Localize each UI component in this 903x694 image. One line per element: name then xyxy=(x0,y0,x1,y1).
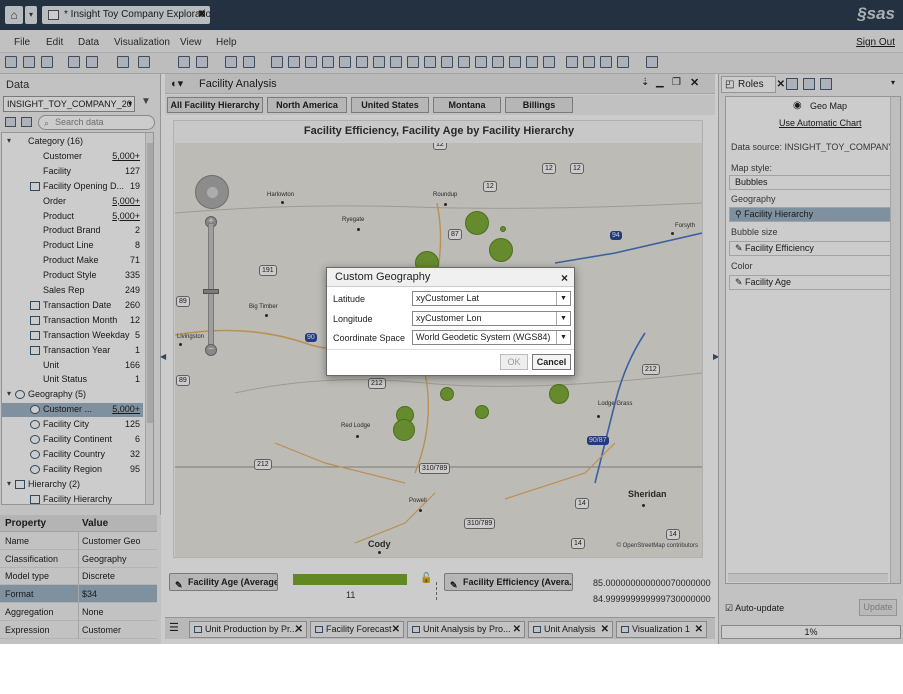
coordinate-space-select[interactable]: World Geodetic System (WGS84) ▼ xyxy=(412,330,571,345)
close-icon[interactable]: × xyxy=(561,269,568,288)
longitude-label: Longitude xyxy=(333,314,373,324)
longitude-select[interactable]: xyCustomer Lon ▼ xyxy=(412,311,571,326)
coordinate-space-label: Coordinate Space xyxy=(333,333,406,343)
chevron-down-icon: ▼ xyxy=(556,331,570,344)
latitude-value: xyCustomer Lat xyxy=(416,293,480,303)
longitude-value: xyCustomer Lon xyxy=(416,313,482,323)
dialog-title: Custom Geography xyxy=(335,271,431,283)
dialog-divider xyxy=(327,349,574,350)
chevron-down-icon: ▼ xyxy=(556,292,570,305)
coordinate-space-value: World Geodetic System (WGS84) xyxy=(416,332,551,342)
custom-geography-dialog: Custom Geography × Latitude xyCustomer L… xyxy=(326,267,575,376)
latitude-select[interactable]: xyCustomer Lat ▼ xyxy=(412,291,571,306)
cancel-button[interactable]: Cancel xyxy=(532,354,571,370)
chevron-down-icon: ▼ xyxy=(556,312,570,325)
app-window: ⌂ ▾ * Insight Toy Company Exploration ✖ … xyxy=(0,0,903,644)
ok-button[interactable]: OK xyxy=(500,354,528,370)
dialog-title-bar: Custom Geography × xyxy=(327,268,574,287)
latitude-label: Latitude xyxy=(333,294,366,304)
